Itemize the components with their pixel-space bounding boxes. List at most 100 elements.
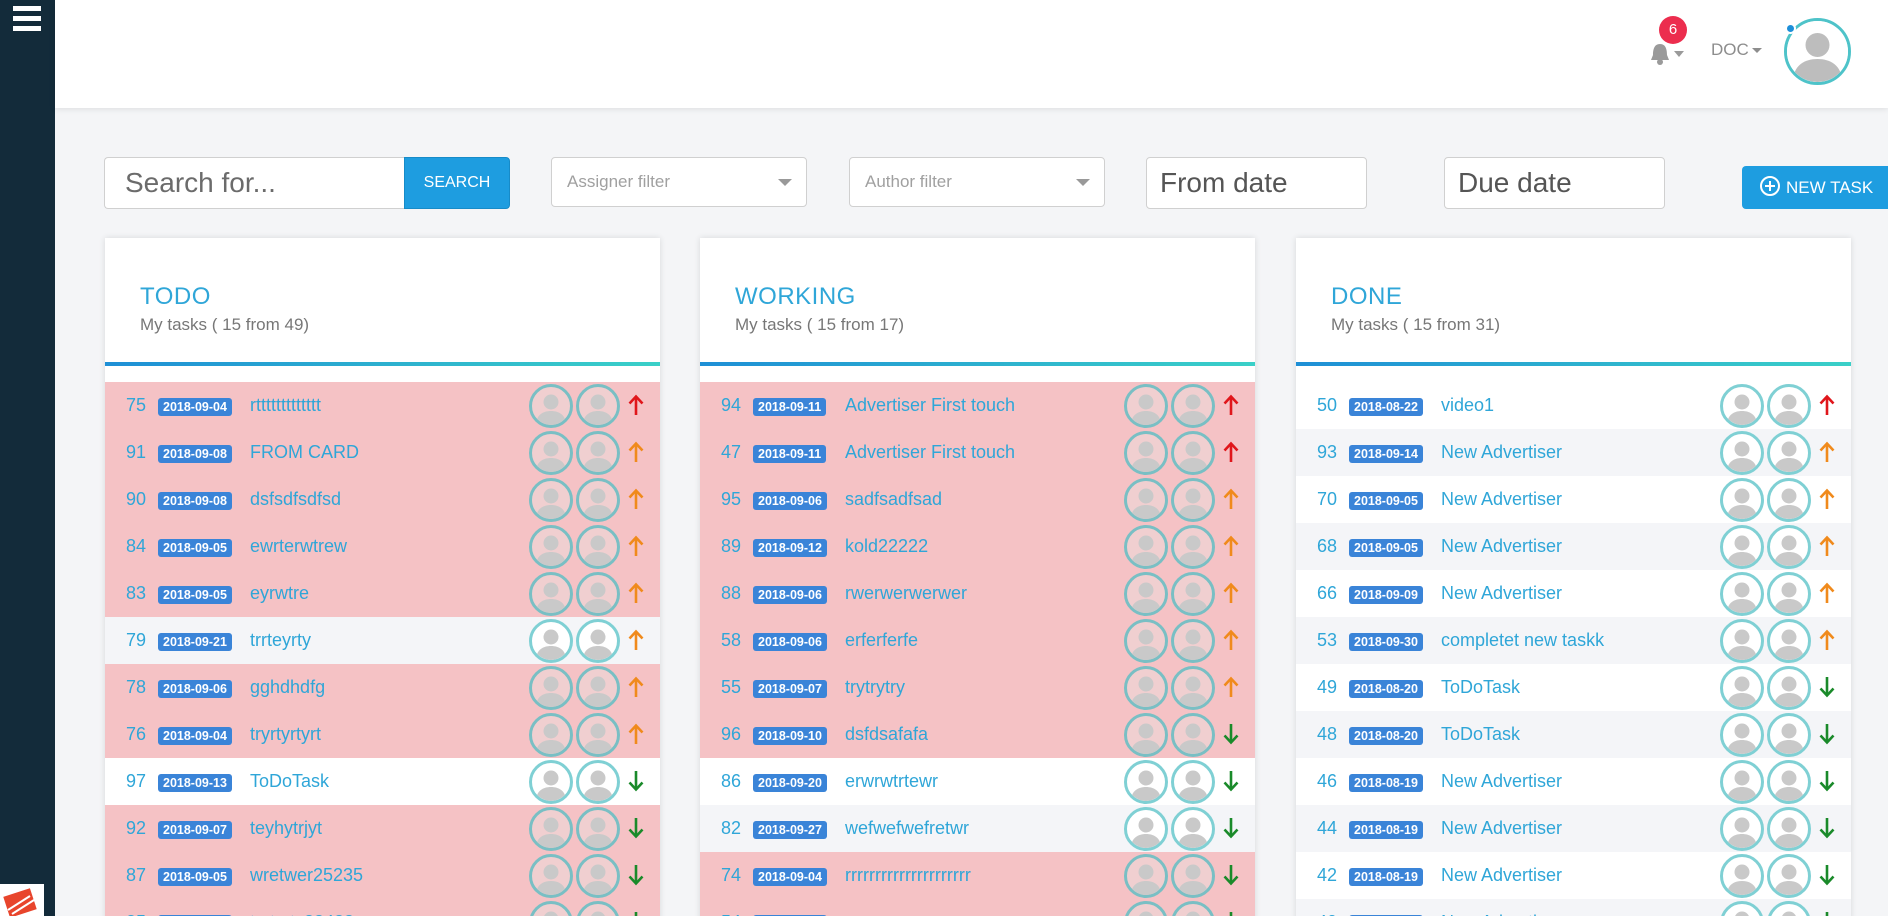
assignee-avatar[interactable]: [576, 807, 620, 851]
task-row[interactable]: 78 2018-09-06 gghdhdfg: [105, 664, 660, 711]
task-name-link[interactable]: rrrrrrrrrrrrrrrrrrrrr: [845, 865, 971, 886]
task-name-link[interactable]: New Advertiser: [1441, 912, 1562, 916]
assigner-avatar[interactable]: [1124, 760, 1168, 804]
assigner-avatar[interactable]: [529, 384, 573, 428]
task-row[interactable]: 94 2018-09-11 Advertiser First touch: [700, 382, 1255, 429]
task-row[interactable]: 96 2018-09-10 dsfdsafafa: [700, 711, 1255, 758]
task-name-link[interactable]: erwrwtrtewr: [845, 771, 938, 792]
assigner-avatar[interactable]: [1720, 807, 1764, 851]
task-name-link[interactable]: New Advertiser: [1441, 583, 1562, 604]
assignee-avatar[interactable]: [576, 431, 620, 475]
assignee-avatar[interactable]: [1171, 713, 1215, 757]
assignee-avatar[interactable]: [1171, 572, 1215, 616]
assigner-avatar[interactable]: [1124, 525, 1168, 569]
task-name-link[interactable]: New Advertiser: [1441, 536, 1562, 557]
task-name-link[interactable]: New Advertiser: [1441, 442, 1562, 463]
task-name-link[interactable]: New Advertiser: [1441, 771, 1562, 792]
task-name-link[interactable]: dsfsdfsdfsd: [250, 489, 341, 510]
assignee-avatar[interactable]: [576, 478, 620, 522]
assignee-avatar[interactable]: [1767, 666, 1811, 710]
task-name-link[interactable]: New Advertiser: [1441, 865, 1562, 886]
task-name-link[interactable]: tryrtyrtyrt: [250, 724, 321, 745]
task-row[interactable]: 75 2018-09-04 rttttttttttttt: [105, 382, 660, 429]
assignee-avatar[interactable]: [576, 713, 620, 757]
task-row[interactable]: 49 2018-08-20 ToDoTask: [1296, 664, 1851, 711]
assigner-avatar[interactable]: [1124, 384, 1168, 428]
search-input[interactable]: Search for...: [104, 157, 404, 209]
assigner-avatar[interactable]: [1124, 666, 1168, 710]
task-row[interactable]: 46 2018-08-19 New Advertiser: [1296, 758, 1851, 805]
task-name-link[interactable]: New Advertiser: [1441, 489, 1562, 510]
assigner-avatar[interactable]: [1720, 854, 1764, 898]
assignee-avatar[interactable]: [576, 572, 620, 616]
task-row[interactable]: 97 2018-09-13 ToDoTask: [105, 758, 660, 805]
task-row[interactable]: 42 2018-08-19 New Advertiser: [1296, 852, 1851, 899]
assigner-avatar[interactable]: [1720, 525, 1764, 569]
task-name-link[interactable]: ToDoTask: [250, 771, 329, 792]
assignee-avatar[interactable]: [576, 619, 620, 663]
task-name-link[interactable]: eyrwtre: [250, 583, 309, 604]
assigner-avatar[interactable]: [1124, 854, 1168, 898]
assigner-avatar[interactable]: [1124, 713, 1168, 757]
task-row[interactable]: 76 2018-09-04 tryrtyrtyrt: [105, 711, 660, 758]
due-date-input[interactable]: Due date: [1444, 157, 1665, 209]
task-row[interactable]: 79 2018-09-21 trrteyrty: [105, 617, 660, 664]
assignee-avatar[interactable]: [1171, 666, 1215, 710]
task-name-link[interactable]: rwerwerwerwer: [845, 583, 967, 604]
assigner-avatar[interactable]: [1124, 431, 1168, 475]
task-name-link[interactable]: trrteyrty: [250, 630, 311, 651]
assigner-avatar[interactable]: [1720, 478, 1764, 522]
task-row[interactable]: 92 2018-09-07 teyhytrjyt: [105, 805, 660, 852]
task-row[interactable]: 74 2018-09-04 rrrrrrrrrrrrrrrrrrrrr: [700, 852, 1255, 899]
task-name-link[interactable]: wefwefwefretwr: [845, 818, 969, 839]
assignee-avatar[interactable]: [576, 854, 620, 898]
task-name-link[interactable]: trytrytry: [845, 677, 905, 698]
task-name-link[interactable]: dsfdsafafa: [845, 724, 928, 745]
task-name-link[interactable]: sadfsadfsad: [845, 489, 942, 510]
task-name-link[interactable]: tyrtyrty23423: [250, 912, 354, 916]
task-row[interactable]: 84 2018-09-05 ewrterwtrew: [105, 523, 660, 570]
task-row[interactable]: 70 2018-09-05 New Advertiser: [1296, 476, 1851, 523]
task-name-link[interactable]: completet new taskk: [1441, 630, 1604, 651]
task-row[interactable]: 44 2018-08-19 New Advertiser: [1296, 805, 1851, 852]
task-row[interactable]: 87 2018-09-05 wretwer25235: [105, 852, 660, 899]
task-row[interactable]: 93 2018-09-14 New Advertiser: [1296, 429, 1851, 476]
assignee-avatar[interactable]: [1171, 807, 1215, 851]
assigner-avatar[interactable]: [1720, 666, 1764, 710]
user-menu[interactable]: DOC: [1711, 40, 1762, 60]
menu-icon[interactable]: [13, 6, 41, 34]
assignee-avatar[interactable]: [1767, 713, 1811, 757]
assigner-avatar[interactable]: [529, 760, 573, 804]
task-name-link[interactable]: wretwer25235: [250, 865, 363, 886]
task-row[interactable]: 58 2018-09-06 erferferfe: [700, 617, 1255, 664]
task-row[interactable]: 83 2018-09-05 eyrwtre: [105, 570, 660, 617]
task-name-link[interactable]: New Advertiser: [1441, 818, 1562, 839]
assignee-avatar[interactable]: [576, 384, 620, 428]
assigner-avatar[interactable]: [1124, 901, 1168, 916]
author-filter-select[interactable]: Author filter: [849, 157, 1105, 207]
assigner-avatar[interactable]: [529, 713, 573, 757]
task-row[interactable]: 53 2018-09-30 completet new taskk: [1296, 617, 1851, 664]
task-name-link[interactable]: ToDoTask: [1441, 677, 1520, 698]
notifications-menu[interactable]: [1650, 40, 1690, 68]
assignee-avatar[interactable]: [1171, 760, 1215, 804]
assignee-avatar[interactable]: [1171, 901, 1215, 916]
assignee-avatar[interactable]: [576, 901, 620, 916]
task-row[interactable]: 55 2018-09-07 trytrytry: [700, 664, 1255, 711]
assigner-avatar[interactable]: [1720, 384, 1764, 428]
task-row[interactable]: 95 2018-09-06 sadfsadfsad: [700, 476, 1255, 523]
task-row[interactable]: 48 2018-08-20 ToDoTask: [1296, 711, 1851, 758]
assignee-avatar[interactable]: [1171, 525, 1215, 569]
task-row[interactable]: 82 2018-09-27 wefwefwefretwr: [700, 805, 1255, 852]
task-row[interactable]: 66 2018-09-09 New Advertiser: [1296, 570, 1851, 617]
assigner-filter-select[interactable]: Assigner filter: [551, 157, 807, 207]
task-row[interactable]: 89 2018-09-12 kold22222: [700, 523, 1255, 570]
task-row[interactable]: 68 2018-09-05 New Advertiser: [1296, 523, 1851, 570]
task-row[interactable]: 852018-09-05tyrtyrty23423: [105, 899, 660, 916]
assignee-avatar[interactable]: [1767, 525, 1811, 569]
assignee-avatar[interactable]: [576, 666, 620, 710]
task-name-link[interactable]: gghdhdfg: [250, 677, 325, 698]
task-row[interactable]: 91 2018-09-08 FROM CARD: [105, 429, 660, 476]
assigner-avatar[interactable]: [529, 666, 573, 710]
assigner-avatar[interactable]: [529, 572, 573, 616]
